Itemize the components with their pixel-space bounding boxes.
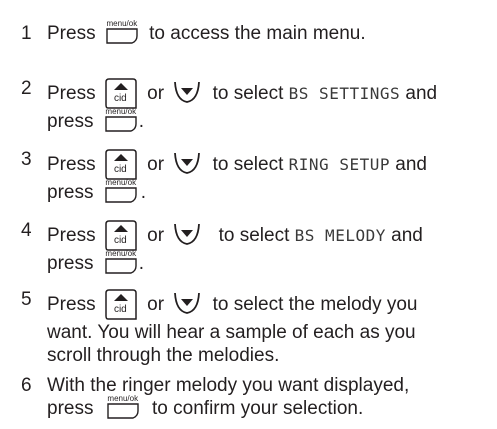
step-text: or [147,154,165,175]
step-text: and [405,83,438,104]
step-text: to confirm your selection. [152,398,364,419]
step-body: Press cid or to select the melody you wa… [47,288,489,367]
menu-ok-caption: menu/ok [105,178,137,187]
down-key-icon [173,151,201,175]
step-body: Press menu/ok to access the main menu. [47,19,489,45]
step-line: press menu/ok . [47,107,489,133]
step-text: Press [47,294,96,315]
step-text: press [47,253,94,274]
step-number: 6 [21,375,32,396]
lcd-menu-text: BS MELODY [294,226,386,245]
step-text: press [47,111,94,132]
step-body: Press cid or to select BS MELODY and pre… [47,219,489,275]
step-number: 2 [21,78,32,99]
lcd-menu-text: BS SETTINGS [288,84,401,103]
menu-ok-key-icon: menu/ok [104,19,140,44]
step-number: 1 [21,23,32,44]
step-text: to access the main menu. [149,23,366,44]
lcd-menu-text: RING SETUP [288,155,390,174]
step-line: press menu/ok to confirm your selection. [47,394,489,420]
step-text: and [391,225,423,246]
down-key-icon [173,80,201,104]
step-text: Press [47,225,96,246]
step-line: Press cid or to select RING SETUP and [47,148,489,181]
menu-ok-key-icon: menu/ok [105,394,141,419]
menu-ok-caption: menu/ok [107,394,139,403]
step-body: Press cid or to select RING SETUP and pr… [47,148,489,204]
menu-ok-key-icon: menu/ok [103,107,139,132]
step-text: or [147,83,165,104]
up-cid-key-icon: cid [105,288,138,321]
step-line: scroll through the melodies. [47,345,280,366]
step-text: . [138,111,145,132]
step-text: or [147,225,165,246]
step-text: Press [47,154,96,175]
menu-ok-caption: menu/ok [105,107,137,116]
up-cid-key-icon: cid [105,219,138,252]
up-cid-key-icon: cid [105,148,138,181]
step-line: want. You will hear a sample of each as … [47,322,416,343]
menu-ok-key-icon: menu/ok [103,249,139,274]
step-line: press menu/ok . [47,249,489,275]
step-text: press [47,398,94,419]
cid-caption: cid [113,304,127,315]
step-text: Press [47,83,96,104]
step-text: . [138,253,145,274]
step-text: press [47,182,94,203]
cid-caption: cid [113,93,127,104]
step-text: Press [47,23,96,44]
step-body: Press cid or to select BS SETTINGS and p… [47,77,489,133]
step-line: Press cid or to select BS MELODY and [47,219,489,252]
step-number: 3 [21,149,32,170]
menu-ok-caption: menu/ok [105,249,137,258]
step-number: 5 [21,289,32,310]
step-line: Press menu/ok to access the main menu. [47,19,489,45]
step-line: press menu/ok . [47,178,489,204]
down-key-icon [173,222,201,246]
step-text: to select the melody you [212,294,418,315]
step-text: to select [212,154,284,175]
step-text: to select [212,83,284,104]
step-text: to select [218,225,290,246]
step-line: Press cid or to select the melody you [47,288,489,321]
up-cid-key-icon: cid [105,77,138,110]
down-key-icon [173,291,201,315]
menu-ok-key-icon: menu/ok [103,178,139,203]
menu-ok-caption: menu/ok [106,19,138,28]
step-text: . [140,182,147,203]
step-text: or [147,294,165,315]
step-line: Press cid or to select BS SETTINGS and [47,77,489,110]
step-body: With the ringer melody you want displaye… [47,374,489,420]
step-text: and [395,154,427,175]
cid-caption: cid [113,164,127,175]
cid-caption: cid [113,235,127,246]
step-number: 4 [21,220,32,241]
